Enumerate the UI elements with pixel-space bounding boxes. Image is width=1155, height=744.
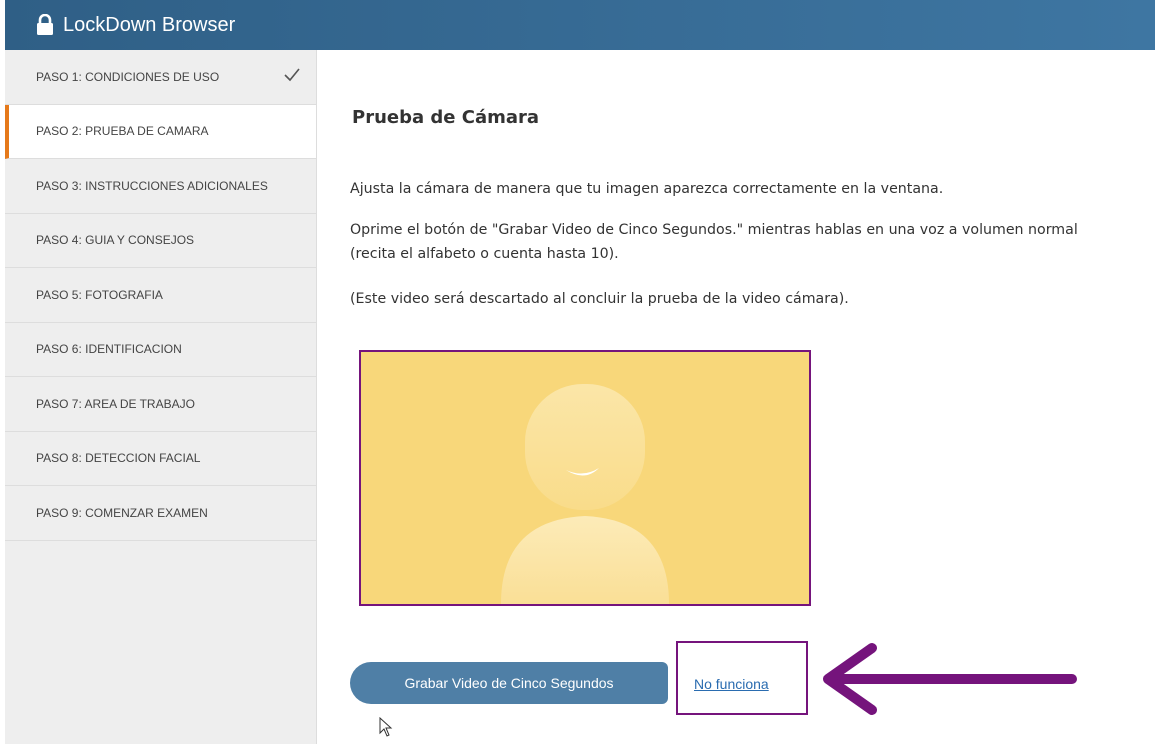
- steps-sidebar: PASO 1: CONDICIONES DE USO PASO 2: PRUEB…: [5, 50, 317, 744]
- sidebar-step-4[interactable]: PASO 4: GUIA Y CONSEJOS: [5, 214, 316, 268]
- main-content: Prueba de Cámara Ajusta la cámara de man…: [318, 50, 1155, 744]
- instruction-text: Ajusta la cámara de manera que tu imagen…: [350, 181, 944, 197]
- record-video-button[interactable]: Grabar Video de Cinco Segundos: [350, 662, 668, 704]
- step-label: PASO 9: COMENZAR EXAMEN: [36, 505, 208, 520]
- not-working-link[interactable]: No funciona: [694, 676, 769, 692]
- camera-preview: [359, 350, 811, 606]
- lock-icon: [37, 14, 53, 35]
- instruction-text: Oprime el botón de "Grabar Video de Cinc…: [350, 222, 1078, 262]
- step-label: PASO 5: FOTOGRAFIA: [36, 287, 163, 302]
- page-title: Prueba de Cámara: [352, 107, 540, 128]
- sidebar-step-9[interactable]: PASO 9: COMENZAR EXAMEN: [5, 486, 316, 541]
- sidebar-step-8[interactable]: PASO 8: DETECCION FACIAL: [5, 432, 316, 486]
- sidebar-step-6[interactable]: PASO 6: IDENTIFICACION: [5, 323, 316, 377]
- sidebar-step-2[interactable]: PASO 2: PRUEBA DE CAMARA: [5, 104, 316, 159]
- step-label: PASO 3: INSTRUCCIONES ADICIONALES: [36, 178, 268, 193]
- sidebar-step-7[interactable]: PASO 7: AREA DE TRABAJO: [5, 377, 316, 432]
- sidebar-step-5[interactable]: PASO 5: FOTOGRAFIA: [5, 268, 316, 323]
- disclaimer-text: (Este video será descartado al concluir …: [350, 291, 849, 307]
- arrow-icon: [823, 643, 1077, 715]
- step-label: PASO 7: AREA DE TRABAJO: [36, 396, 195, 411]
- step-label: PASO 6: IDENTIFICACION: [36, 342, 182, 357]
- sidebar-step-1[interactable]: PASO 1: CONDICIONES DE USO: [5, 50, 316, 105]
- title-bar: LockDown Browser: [5, 0, 1155, 50]
- sidebar-step-3[interactable]: PASO 3: INSTRUCCIONES ADICIONALES: [5, 159, 316, 214]
- app-title: LockDown Browser: [63, 13, 236, 36]
- avatar-placeholder: [361, 352, 809, 604]
- mouse-cursor-icon: [379, 717, 393, 737]
- step-label: PASO 1: CONDICIONES DE USO: [36, 69, 220, 84]
- step-label: PASO 2: PRUEBA DE CAMARA: [36, 124, 209, 139]
- check-icon: [284, 68, 300, 82]
- step-label: PASO 4: GUIA Y CONSEJOS: [36, 233, 195, 248]
- step-label: PASO 8: DETECCION FACIAL: [36, 451, 201, 466]
